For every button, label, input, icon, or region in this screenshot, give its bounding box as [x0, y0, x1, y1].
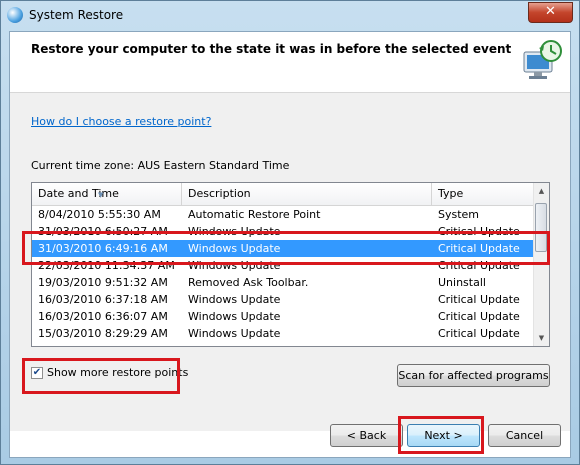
- window-title: System Restore: [29, 8, 124, 22]
- type-cell: Critical Update: [438, 310, 520, 323]
- table-row[interactable]: 16/03/2010 6:37:18 AM Windows Update Criti…: [32, 291, 535, 308]
- description-cell: Removed Ask Toolbar.: [188, 276, 309, 289]
- dialog-footer: < Back Next > Cancel: [10, 424, 570, 457]
- system-restore-icon: [523, 40, 562, 79]
- close-icon: ✕: [545, 4, 556, 19]
- back-button[interactable]: < Back: [330, 424, 403, 447]
- date-cell: 19/03/2010 9:51:32 AM: [38, 276, 168, 289]
- table-row[interactable]: 9/03/2010 3:13:17 PMWindows UpdateCritic…: [32, 342, 535, 346]
- dialog-header: Restore your computer to the state it wa…: [10, 32, 570, 93]
- scroll-up-icon[interactable]: ▲: [534, 183, 549, 199]
- description-cell: Windows Update: [188, 327, 281, 340]
- type-cell: System: [438, 208, 480, 221]
- header-instruction: Restore your computer to the state it wa…: [31, 42, 512, 56]
- show-more-highlight-annotation: [22, 358, 180, 394]
- description-cell: Windows Update: [188, 293, 281, 306]
- next-button-highlight-annotation: [398, 416, 484, 454]
- title-bar[interactable]: System Restore ✕: [1, 1, 579, 31]
- date-cell: 15/03/2010 8:29:29 AM: [38, 327, 168, 340]
- table-row[interactable]: 19/03/2010 9:51:32 AM Removed Ask Toolbar…: [32, 274, 535, 291]
- scroll-down-icon[interactable]: ▼: [534, 330, 549, 346]
- column-date-and-time[interactable]: Date and Time ▼: [32, 183, 182, 205]
- description-cell: Automatic Restore Point: [188, 208, 321, 221]
- system-restore-window: System Restore ✕ Restore your computer t…: [0, 0, 580, 465]
- system-restore-app-icon: [7, 7, 23, 23]
- sort-arrow-icon: ▼: [98, 191, 104, 199]
- column-description[interactable]: Description: [182, 183, 432, 205]
- cancel-button[interactable]: Cancel: [488, 424, 561, 447]
- close-button[interactable]: ✕: [528, 2, 573, 23]
- type-cell: Critical Update: [438, 327, 520, 340]
- date-cell: 16/03/2010 6:36:07 AM: [38, 310, 168, 323]
- date-cell: 8/04/2010 5:55:30 AM: [38, 208, 161, 221]
- type-cell: Uninstall: [438, 276, 486, 289]
- date-cell: 16/03/2010 6:37:18 AM: [38, 293, 168, 306]
- table-row[interactable]: 8/04/2010 5:55:30 AM Automatic Restore Po…: [32, 206, 535, 223]
- column-description-label: Description: [188, 187, 251, 200]
- description-cell: Windows Update: [188, 310, 281, 323]
- scan-affected-programs-button[interactable]: Scan for affected programs: [397, 364, 550, 387]
- table-row[interactable]: 16/03/2010 6:36:07 AM Windows Update Criti…: [32, 308, 535, 325]
- selected-row-highlight-annotation: [22, 231, 550, 265]
- column-type-label: Type: [438, 187, 464, 200]
- column-type[interactable]: Type: [432, 183, 535, 205]
- help-link[interactable]: How do I choose a restore point?: [31, 115, 211, 128]
- type-cell: Critical Update: [438, 293, 520, 306]
- date-cell: 9/03/2010 3:13:17 PM: [32, 342, 188, 346]
- table-row[interactable]: 15/03/2010 8:29:29 AM Windows Update Criti…: [32, 325, 535, 342]
- list-header: Date and Time ▼ Description Type: [32, 183, 535, 206]
- description-cell: Windows Update: [182, 342, 438, 346]
- timezone-label: Current time zone: AUS Eastern Standard …: [31, 159, 290, 172]
- column-date-and-time-label: Date and Time: [38, 187, 119, 200]
- type-cell: Critical Update: [432, 342, 541, 346]
